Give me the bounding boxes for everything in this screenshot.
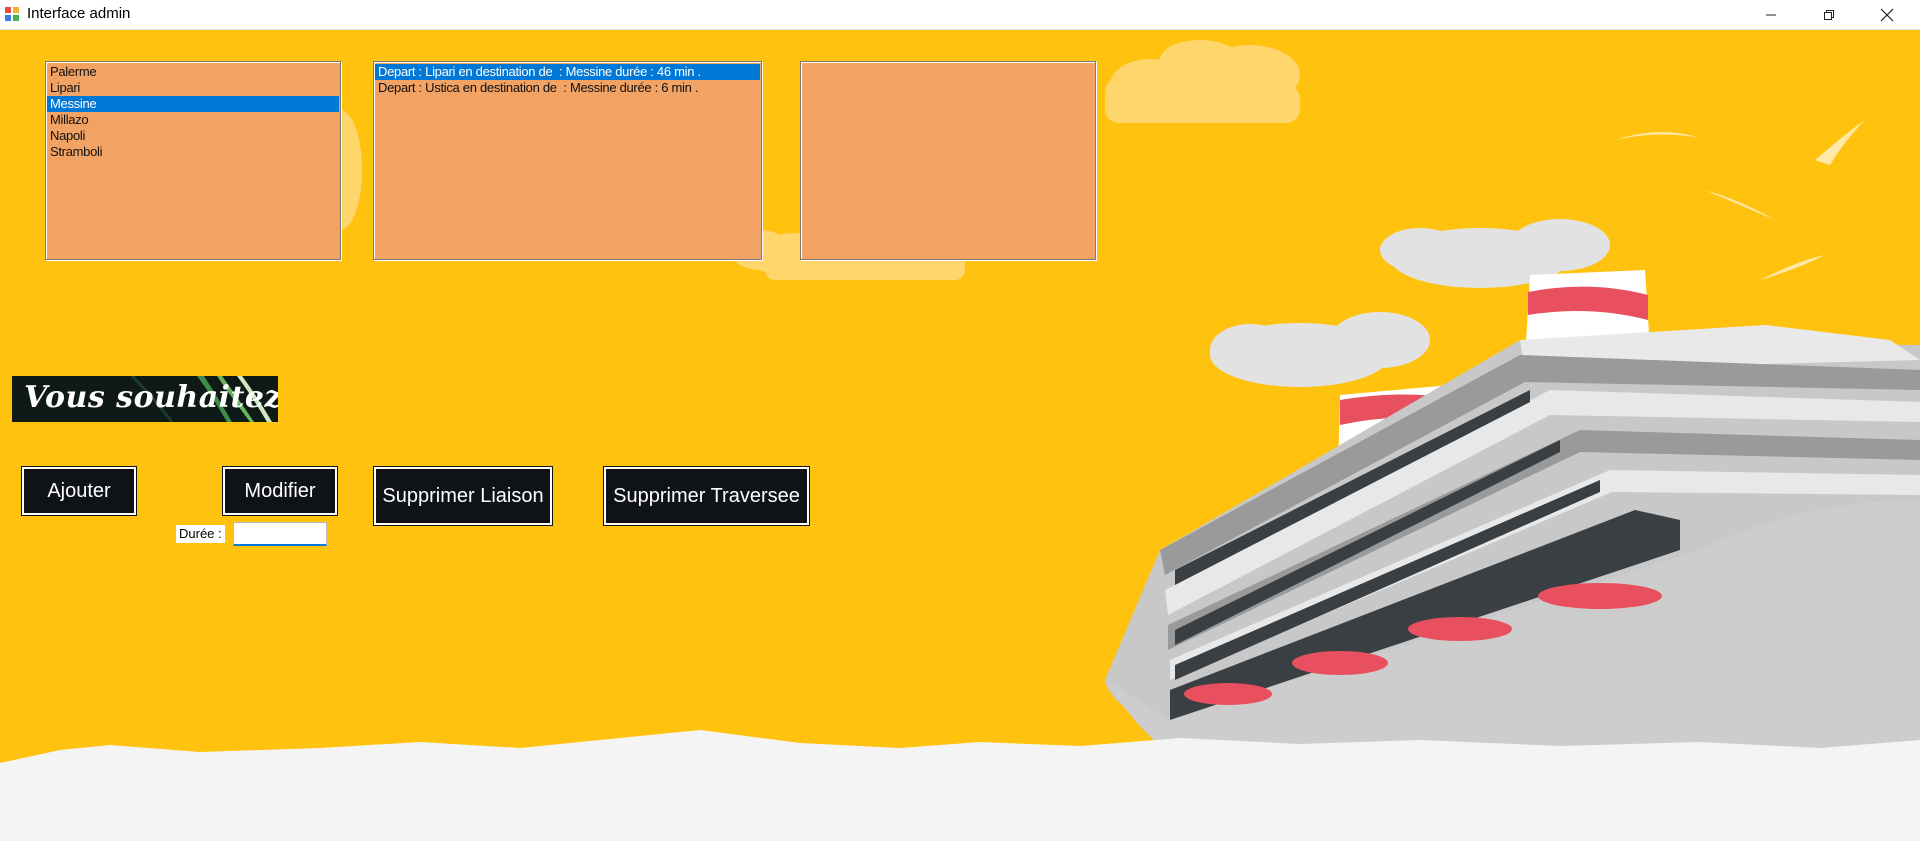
port-list-item[interactable]: Messine [47,96,339,112]
modifier-button[interactable]: Modifier [222,466,338,516]
ports-items: Palerme Lipari Messine Millazo Napoli Strambo… [46,62,340,160]
liaison-list-item[interactable]: Depart : Ustica en destination de : Mess… [375,80,760,96]
close-icon [1880,8,1894,22]
liaisons-items: Depart : Lipari en destination de : Mess… [374,62,761,96]
port-list-item[interactable]: Napoli [47,128,339,144]
duree-label: Durée : [176,525,225,543]
supprimer-liaison-button[interactable]: Supprimer Liaison [373,466,553,526]
ship-hull [1105,325,1920,770]
port-list-item[interactable]: Palerme [47,64,339,80]
port-list-item[interactable]: Millazo [47,112,339,128]
ports-listbox[interactable]: Palerme Lipari Messine Millazo Napoli Strambo… [45,61,341,260]
bird-shape [1615,120,1865,280]
window-title: Interface admin [27,5,131,22]
sea-shape [0,730,1920,841]
minimize-button[interactable] [1742,0,1800,29]
banner-text: Vous souhaitez : [24,380,278,415]
minimize-icon [1765,9,1777,21]
liaisons-listbox[interactable]: Depart : Lipari en destination de : Mess… [373,61,762,260]
supprimer-traversee-button[interactable]: Supprimer Traversee [603,466,810,526]
client-area: Palerme Lipari Messine Millazo Napoli Strambo… [0,30,1920,841]
liaison-list-item[interactable]: Depart : Lipari en destination de : Mess… [375,64,760,80]
port-list-item[interactable]: Stramboli [47,144,339,160]
ajouter-button[interactable]: Ajouter [21,466,137,516]
duree-input[interactable] [233,522,327,546]
port-list-item[interactable]: Lipari [47,80,339,96]
traversees-items [801,62,1095,64]
title-bar: Interface admin [0,0,1920,30]
app-icon [4,6,20,22]
close-button[interactable] [1858,0,1916,29]
vous-souhaitez-banner: Vous souhaitez : [12,376,278,422]
restore-button[interactable] [1800,0,1858,29]
traversees-listbox[interactable] [800,61,1096,260]
restore-icon [1823,9,1835,21]
